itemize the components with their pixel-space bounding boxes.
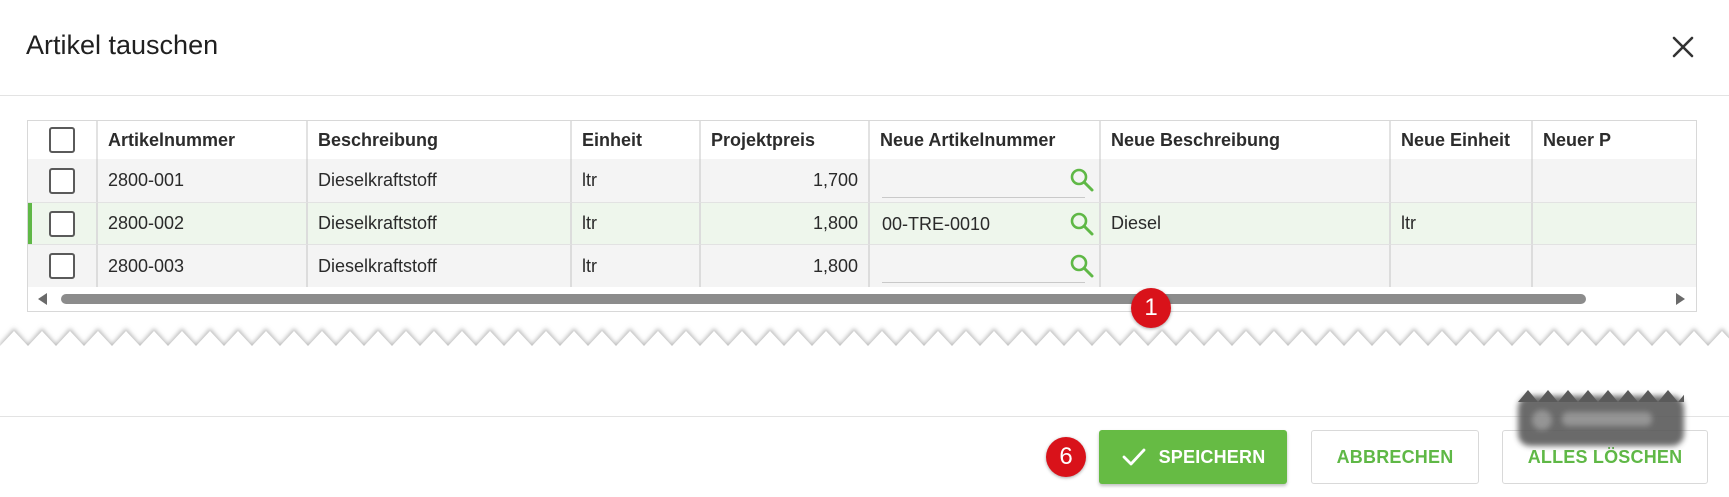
cancel-button-label: ABBRECHEN — [1336, 446, 1454, 467]
table-row-selected[interactable]: 2800-002 Dieselkraftstoff ltr 1,800 00-T… — [28, 203, 1696, 245]
cell-artikelnummer: 2800-002 — [98, 203, 308, 245]
grid-header-row: Artikelnummer Beschreibung Einheit Proje… — [28, 121, 1696, 159]
table-row[interactable]: 2800-001 Dieselkraftstoff ltr 1,700 — [28, 159, 1696, 203]
article-grid: Artikelnummer Beschreibung Einheit Proje… — [27, 120, 1697, 312]
table-row[interactable]: 2800-003 Dieselkraftstoff ltr 1,800 — [28, 245, 1696, 287]
search-icon[interactable] — [1069, 211, 1095, 237]
cell-projektpreis: 1,800 — [701, 245, 870, 287]
tooltip-text-redacted — [1562, 412, 1652, 426]
cell-neue-einheit — [1391, 159, 1533, 203]
cell-projektpreis: 1,800 — [701, 203, 870, 245]
row-checkbox[interactable] — [49, 167, 75, 194]
dialog-header: Artikel tauschen — [0, 0, 1729, 96]
scroll-right-arrow-icon[interactable] — [1676, 293, 1685, 305]
cell-neue-beschreibung: Diesel — [1101, 203, 1391, 245]
cell-projektpreis: 1,700 — [701, 159, 870, 203]
tooltip-torn-edge — [1518, 390, 1684, 402]
cell-einheit: ltr — [572, 245, 701, 287]
close-button[interactable] — [1666, 30, 1700, 64]
row-select-cell — [28, 159, 98, 203]
footer-divider — [0, 416, 1729, 417]
new-article-number-input[interactable] — [882, 251, 1085, 283]
cell-neue-beschreibung — [1101, 159, 1391, 203]
column-header-neue-artikelnummer[interactable]: Neue Artikelnummer — [870, 121, 1101, 159]
cell-neuer-preis — [1533, 245, 1696, 287]
new-article-number-value: 00-TRE-0010 — [882, 214, 991, 234]
select-all-checkbox[interactable] — [49, 127, 75, 153]
column-header-projektpreis[interactable]: Projektpreis — [701, 121, 870, 159]
cell-artikelnummer: 2800-003 — [98, 245, 308, 287]
column-header-beschreibung[interactable]: Beschreibung — [308, 121, 572, 159]
select-all-cell — [28, 121, 98, 159]
scrollbar-thumb[interactable] — [61, 294, 1586, 304]
scroll-left-arrow-icon[interactable] — [38, 293, 47, 305]
horizontal-scrollbar[interactable] — [28, 287, 1696, 311]
row-checkbox[interactable] — [49, 210, 75, 237]
cell-neue-beschreibung — [1101, 245, 1391, 287]
column-header-neue-beschreibung[interactable]: Neue Beschreibung — [1101, 121, 1391, 159]
search-icon[interactable] — [1069, 167, 1095, 193]
column-header-artikelnummer[interactable]: Artikelnummer — [98, 121, 308, 159]
cancel-button[interactable]: ABBRECHEN — [1311, 430, 1479, 484]
column-header-einheit[interactable]: Einheit — [572, 121, 701, 159]
clear-all-button-label: ALLES LÖSCHEN — [1527, 446, 1683, 467]
check-icon — [1122, 448, 1145, 466]
annotation-badge-6: 6 — [1046, 437, 1086, 477]
cell-neuer-preis — [1533, 159, 1696, 203]
save-button[interactable]: SPEICHERN — [1099, 430, 1287, 484]
cell-neue-einheit: ltr — [1391, 203, 1533, 245]
cell-neue-artikelnummer: 00-TRE-0010 — [870, 203, 1101, 245]
cell-beschreibung: Dieselkraftstoff — [308, 159, 572, 203]
search-icon[interactable] — [1069, 253, 1095, 279]
cell-artikelnummer: 2800-001 — [98, 159, 308, 203]
row-checkbox[interactable] — [49, 253, 75, 279]
cell-neue-artikelnummer — [870, 245, 1101, 287]
column-header-neue-einheit[interactable]: Neue Einheit — [1391, 121, 1533, 159]
dialog-title: Artikel tauschen — [26, 30, 219, 60]
cell-beschreibung: Dieselkraftstoff — [308, 203, 572, 245]
close-icon — [1672, 36, 1694, 58]
cell-neue-einheit — [1391, 245, 1533, 287]
torn-edge-separator — [0, 328, 1729, 352]
cell-einheit: ltr — [572, 203, 701, 245]
cell-einheit: ltr — [572, 159, 701, 203]
new-article-number-input[interactable]: 00-TRE-0010 — [882, 209, 1085, 240]
column-header-neuer-preis[interactable]: Neuer P — [1533, 121, 1696, 159]
new-article-number-input[interactable] — [882, 165, 1085, 198]
cell-neuer-preis — [1533, 203, 1696, 245]
cell-neue-artikelnummer — [870, 159, 1101, 203]
blurred-tooltip — [1518, 396, 1684, 446]
cell-beschreibung: Dieselkraftstoff — [308, 245, 572, 287]
row-select-cell — [28, 203, 98, 245]
row-select-cell — [28, 245, 98, 287]
save-button-label: SPEICHERN — [1158, 446, 1266, 467]
tooltip-icon — [1532, 410, 1552, 430]
